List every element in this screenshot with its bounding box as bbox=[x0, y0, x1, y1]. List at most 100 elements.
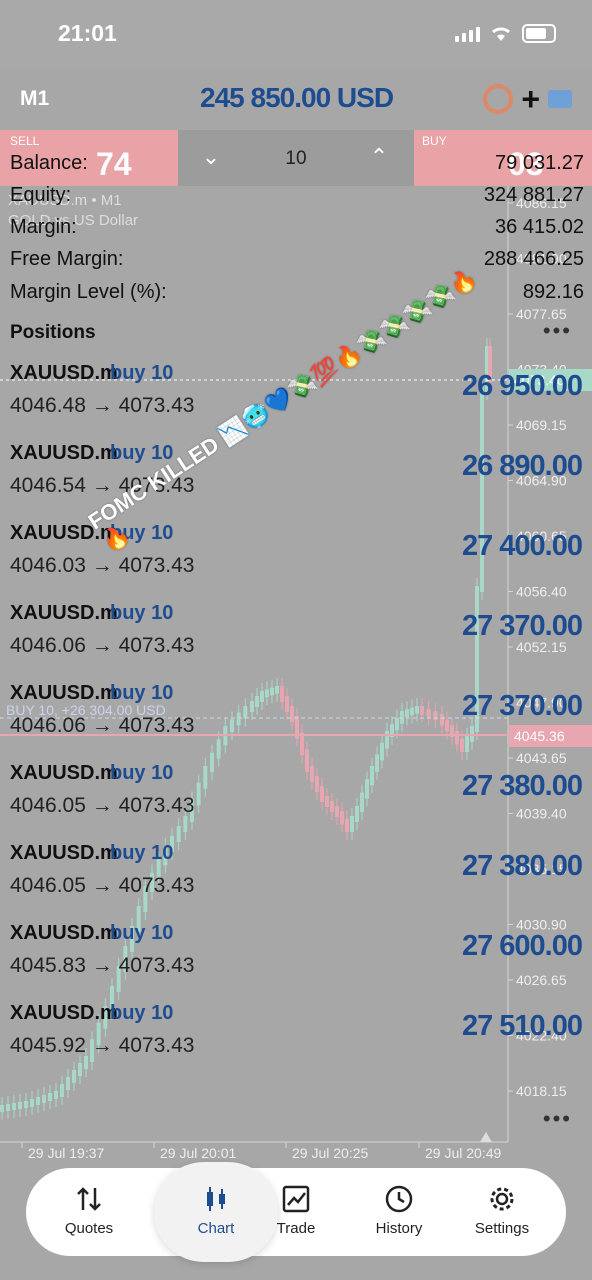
candle-body bbox=[60, 1084, 64, 1097]
position-item[interactable]: XAUUSD.m buy 10 4046.06 → 4073.43 27 370… bbox=[10, 602, 584, 682]
account-key: Free Margin: bbox=[10, 248, 124, 270]
position-direction: buy 10 bbox=[110, 1002, 174, 1024]
tab-label: Quotes bbox=[64, 1220, 114, 1237]
wifi-icon bbox=[492, 27, 510, 41]
crosshair-icon[interactable]: + bbox=[521, 83, 540, 115]
position-profit: 27 600.00 bbox=[461, 930, 583, 962]
position-direction: buy 10 bbox=[110, 602, 174, 624]
candle-body bbox=[48, 1093, 52, 1101]
position-profit: 27 400.00 bbox=[461, 530, 583, 562]
position-item[interactable]: XAUUSD.m buy 10 4046.05 → 4073.43 27 380… bbox=[10, 762, 584, 842]
tab-label: History bbox=[375, 1220, 423, 1237]
account-value: 36 415.02 bbox=[495, 216, 584, 238]
position-profit: 27 370.00 bbox=[461, 610, 583, 642]
account-value: 324 881.27 bbox=[483, 184, 584, 206]
position-direction: buy 10 bbox=[110, 362, 174, 384]
account-key: Balance: bbox=[10, 152, 88, 174]
chart-icon bbox=[171, 1182, 261, 1216]
candle-body bbox=[30, 1099, 34, 1107]
toolbar-tools: + bbox=[483, 83, 572, 115]
position-direction: buy 10 bbox=[110, 762, 174, 784]
time-axis-label: 29 Jul 19:37 bbox=[28, 1145, 104, 1161]
position-item[interactable]: XAUUSD.m buy 10 4045.83 → 4073.43 27 600… bbox=[10, 922, 584, 1002]
position-profit: 27 370.00 bbox=[461, 690, 583, 722]
position-item[interactable]: XAUUSD.m buy 10 4045.92 → 4073.43 27 510… bbox=[10, 1002, 584, 1082]
time-axis-label: 29 Jul 20:49 bbox=[425, 1145, 501, 1161]
account-key: Margin Level (%): bbox=[10, 281, 167, 303]
position-profit: 26 950.00 bbox=[461, 370, 583, 402]
candle-body bbox=[0, 1105, 4, 1112]
position-prices: 4045.83 → 4073.43 bbox=[10, 954, 195, 977]
position-item[interactable]: XAUUSD.m buy 10 4046.06 → 4073.43 27 370… bbox=[10, 682, 584, 762]
tab-trade[interactable]: Trade bbox=[251, 1182, 341, 1237]
chart-shift-marker bbox=[480, 1132, 492, 1142]
position-symbol: XAUUSD.m bbox=[10, 442, 118, 464]
position-prices: 4045.92 → 4073.43 bbox=[10, 1034, 195, 1057]
total-profit: 245 850.00 USD bbox=[200, 82, 394, 113]
price-axis-label: 4018.15 bbox=[516, 1083, 567, 1099]
tab-history[interactable]: History bbox=[354, 1182, 444, 1237]
account-key: Equity: bbox=[10, 184, 72, 206]
tab-label: Chart bbox=[197, 1220, 235, 1237]
positions-heading: Positions bbox=[10, 322, 96, 343]
candle-body bbox=[42, 1095, 46, 1103]
position-symbol: XAUUSD.m bbox=[10, 842, 118, 864]
candle-body bbox=[18, 1102, 22, 1109]
buy-label: BUY bbox=[422, 134, 447, 148]
account-value: 79 031.27 bbox=[495, 152, 584, 174]
timeframe-button[interactable]: M1 bbox=[20, 87, 49, 111]
time-axis-label: 29 Jul 20:25 bbox=[292, 1145, 368, 1161]
tab-quotes[interactable]: Quotes bbox=[44, 1182, 134, 1237]
tab-label: Settings bbox=[474, 1220, 530, 1237]
position-symbol: XAUUSD.m bbox=[10, 1002, 118, 1024]
position-prices: 4046.06 → 4073.43 bbox=[10, 714, 195, 737]
tab-chart[interactable]: Chart bbox=[171, 1182, 261, 1237]
position-direction: buy 10 bbox=[110, 682, 174, 704]
account-row-equity: Equity: 324 881.27 bbox=[10, 184, 584, 214]
chart-toolbar: M1 245 850.00 USD + bbox=[0, 70, 592, 128]
objects-icon[interactable] bbox=[548, 90, 572, 108]
candle-body bbox=[6, 1104, 10, 1111]
position-profit: 27 380.00 bbox=[461, 770, 583, 802]
tab-settings[interactable]: Settings bbox=[457, 1182, 547, 1237]
candle-body bbox=[36, 1097, 40, 1105]
trade-icon bbox=[251, 1182, 341, 1216]
tab-label: Trade bbox=[276, 1220, 316, 1237]
account-key: Margin: bbox=[10, 216, 77, 238]
settings-icon bbox=[457, 1182, 547, 1216]
position-profit: 27 510.00 bbox=[461, 1010, 583, 1042]
position-symbol: XAUUSD.m bbox=[10, 762, 118, 784]
account-row-balance: Balance: 79 031.27 bbox=[10, 152, 584, 182]
more-icon[interactable]: ••• bbox=[543, 1106, 572, 1132]
position-profit: 27 380.00 bbox=[461, 850, 583, 882]
position-direction: buy 10 bbox=[110, 922, 174, 944]
more-icon[interactable]: ••• bbox=[543, 318, 572, 344]
position-prices: 4046.48 → 4073.43 bbox=[10, 394, 195, 417]
indicators-icon[interactable] bbox=[483, 84, 514, 114]
candle-body bbox=[12, 1103, 16, 1110]
candle-body bbox=[54, 1091, 58, 1099]
sell-label: SELL bbox=[10, 134, 40, 148]
battery-icon bbox=[522, 24, 556, 43]
status-bar: 21:01 bbox=[0, 0, 592, 70]
position-prices: 4046.05 → 4073.43 bbox=[10, 874, 195, 897]
quotes-icon bbox=[44, 1182, 134, 1216]
candle-body bbox=[24, 1101, 28, 1108]
position-symbol: XAUUSD.m bbox=[10, 602, 118, 624]
cellular-signal-icon bbox=[455, 26, 480, 42]
position-direction: buy 10 bbox=[110, 842, 174, 864]
account-value: 892.16 bbox=[522, 281, 584, 303]
position-symbol: XAUUSD.m bbox=[10, 362, 118, 384]
status-time: 21:01 bbox=[58, 20, 117, 46]
account-value: 288 466.25 bbox=[483, 248, 584, 270]
position-prices: 4046.03 → 4073.43 bbox=[10, 554, 195, 577]
history-icon bbox=[354, 1182, 444, 1216]
bottom-navigation: Quotes Chart Trade History Settings bbox=[26, 1162, 566, 1262]
position-item[interactable]: XAUUSD.m buy 10 4046.05 → 4073.43 27 380… bbox=[10, 842, 584, 922]
position-symbol: XAUUSD.m bbox=[10, 682, 118, 704]
position-prices: 4046.06 → 4073.43 bbox=[10, 634, 195, 657]
time-axis-label: 29 Jul 20:01 bbox=[160, 1145, 236, 1161]
position-prices: 4046.05 → 4073.43 bbox=[10, 794, 195, 817]
position-profit: 26 890.00 bbox=[461, 450, 583, 482]
position-symbol: XAUUSD.m bbox=[10, 922, 118, 944]
